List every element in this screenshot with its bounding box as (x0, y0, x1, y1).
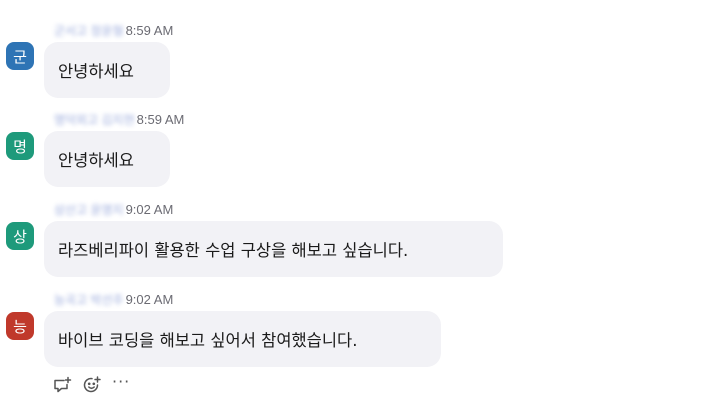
message-bubble[interactable]: 라즈베리파이 활용한 수업 구상을 해보고 싶습니다. (44, 221, 503, 277)
reply-thread-icon[interactable] (52, 375, 72, 395)
message-bubble[interactable]: 안녕하세요 (44, 42, 170, 98)
message-time: 8:59 AM (136, 111, 185, 127)
message-text: 라즈베리파이 활용한 수업 구상을 해보고 싶습니다. (58, 241, 409, 260)
sender-name[interactable]: 군서고 정윤형 (54, 22, 124, 39)
message-meta: 상산고 윤명지 9:02 AM (54, 201, 173, 217)
message-text: 바이브 코딩을 해보고 싶어서 참여했습니다. (58, 331, 358, 350)
sender-name[interactable]: 능곡고 박선주 (54, 291, 124, 308)
message-meta: 군서고 정윤형 8:59 AM (54, 22, 173, 38)
message-actions: ··· (52, 374, 130, 396)
avatar[interactable]: 능 (6, 312, 34, 340)
message-bubble[interactable]: 바이브 코딩을 해보고 싶어서 참여했습니다. (44, 311, 441, 367)
message-time: 8:59 AM (125, 22, 174, 38)
message-bubble[interactable]: 안녕하세요 (44, 131, 170, 187)
add-reaction-icon[interactable] (82, 375, 102, 395)
sender-name[interactable]: 상산고 윤명지 (54, 201, 124, 218)
message-meta: 명덕외고 김지현 8:59 AM (54, 111, 184, 127)
message-time: 9:02 AM (125, 201, 174, 217)
more-options-icon[interactable]: ··· (112, 374, 130, 390)
sender-name[interactable]: 명덕외고 김지현 (54, 111, 135, 128)
avatar[interactable]: 명 (6, 132, 34, 160)
message-meta: 능곡고 박선주 9:02 AM (54, 291, 173, 307)
message-text: 안녕하세요 (58, 151, 134, 170)
avatar[interactable]: 상 (6, 222, 34, 250)
message-text: 안녕하세요 (58, 62, 134, 81)
avatar[interactable]: 군 (6, 42, 34, 70)
message-time: 9:02 AM (125, 291, 174, 307)
